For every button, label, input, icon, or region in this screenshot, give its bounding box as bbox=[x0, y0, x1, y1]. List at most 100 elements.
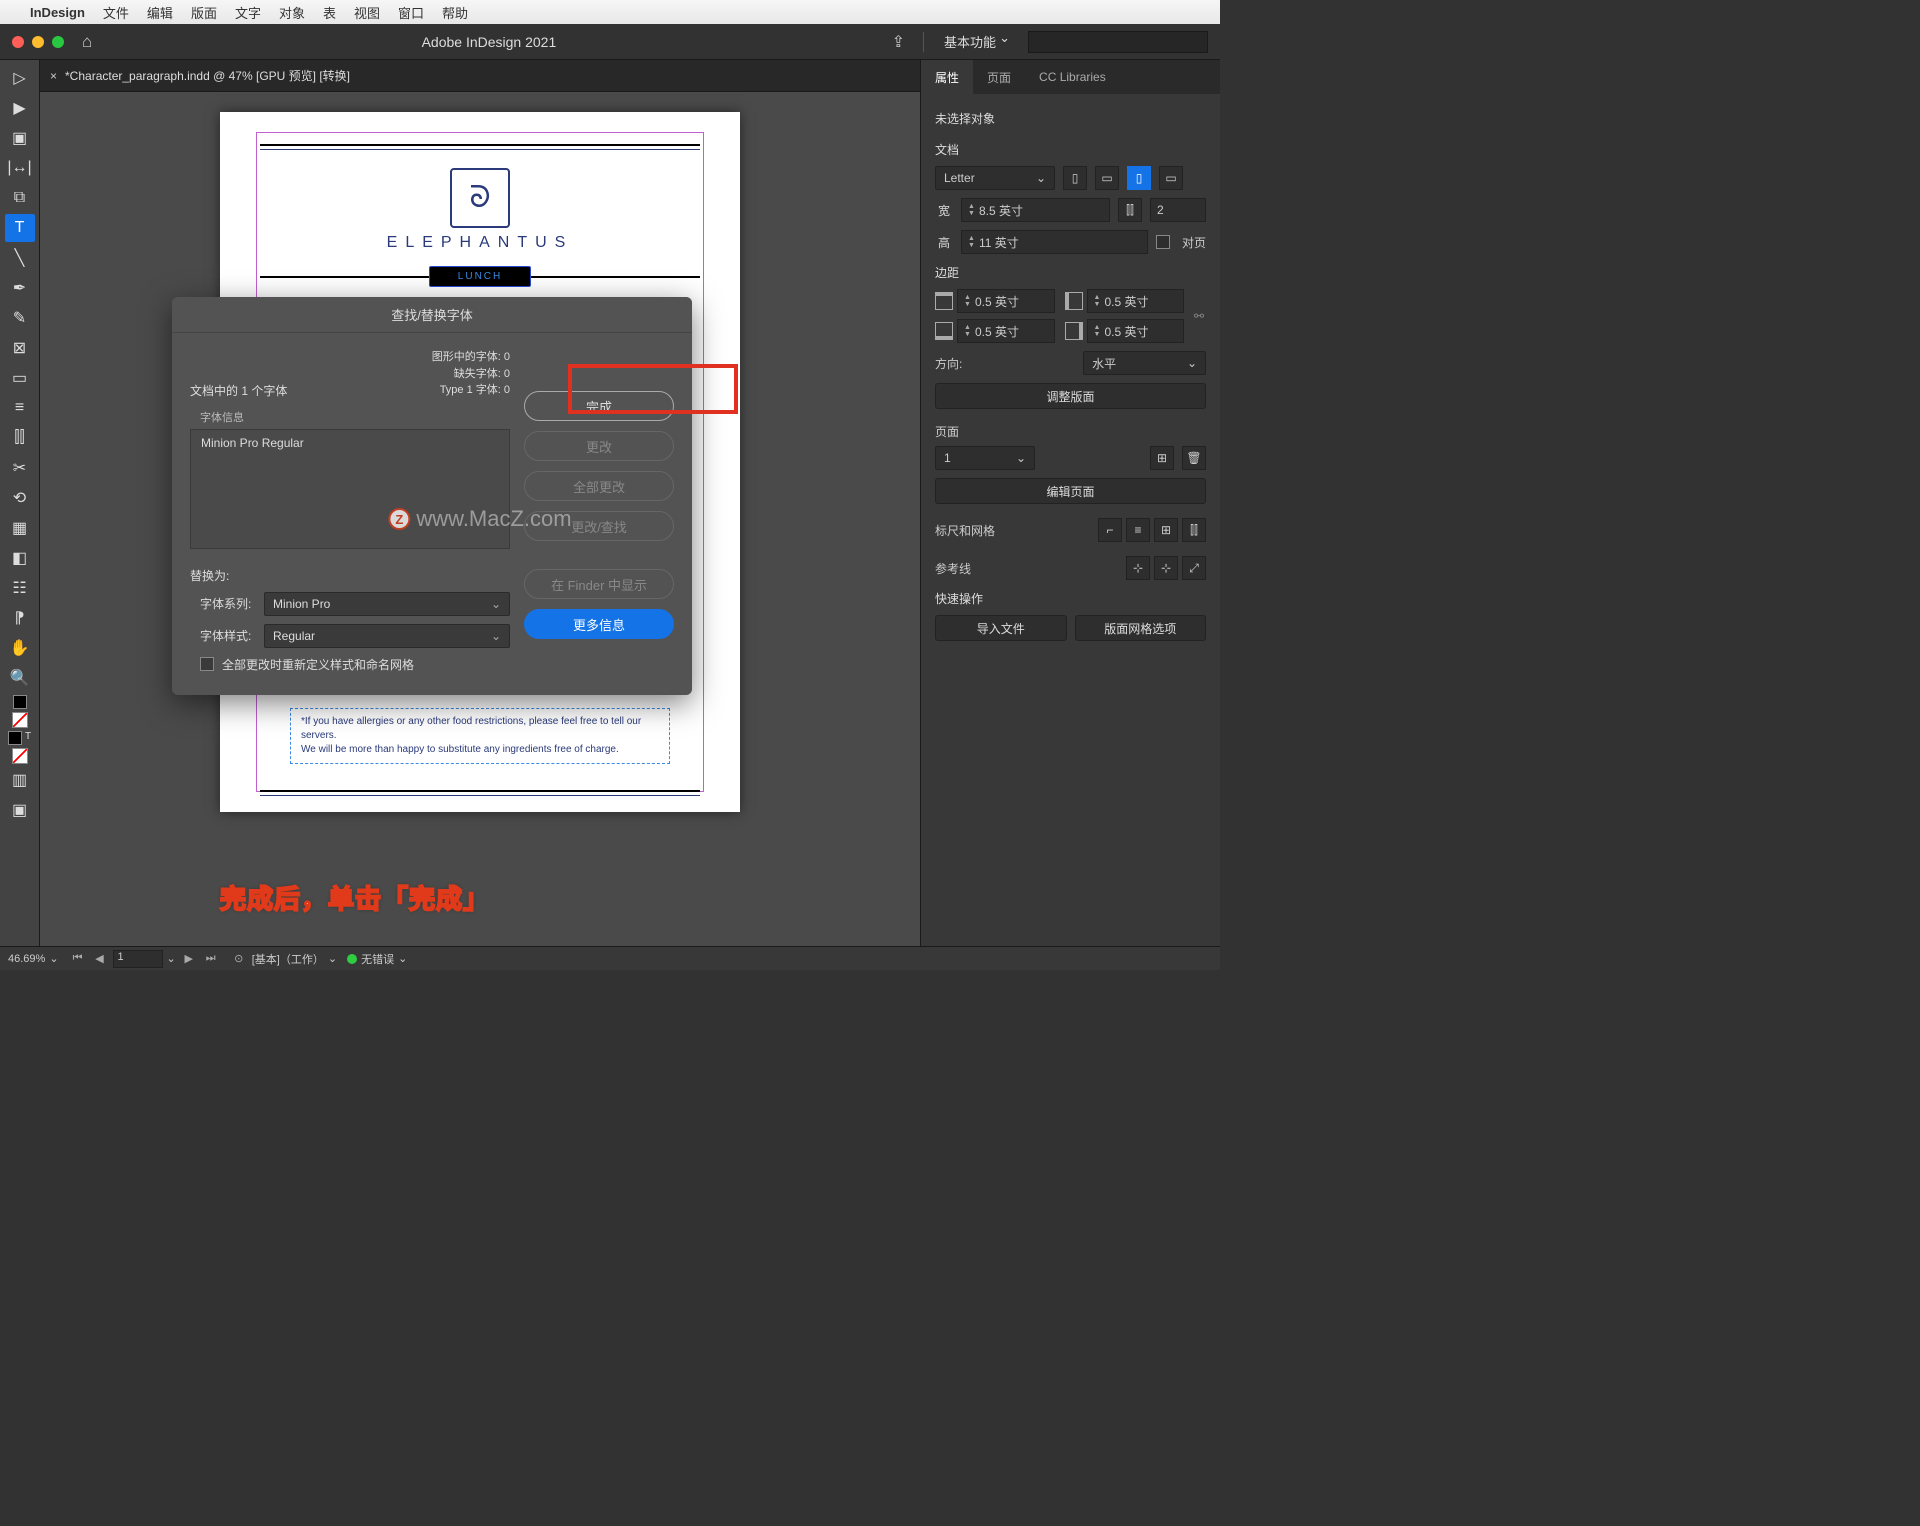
chevron-down-icon[interactable]: ⌄ bbox=[49, 952, 58, 965]
add-page-icon[interactable]: ⊞ bbox=[1150, 446, 1174, 470]
width-input[interactable]: ▲▼8.5 英寸 bbox=[961, 198, 1110, 222]
margin-left-input[interactable]: ▲▼0.5 英寸 bbox=[1087, 289, 1185, 313]
last-page-icon[interactable]: ⏭ bbox=[202, 950, 220, 968]
change-button[interactable]: 更改 bbox=[524, 431, 674, 461]
rectangle-tool-icon[interactable]: ▭ bbox=[5, 364, 35, 392]
content-collector-tool-icon[interactable]: ⧉ bbox=[5, 184, 35, 212]
adjust-layout-button[interactable]: 调整版面 bbox=[935, 383, 1206, 409]
vertical-grid-tool-icon[interactable]: ⫿⫿ bbox=[5, 424, 35, 452]
gradient-feather-tool-icon[interactable]: ◧ bbox=[5, 544, 35, 572]
redefine-styles-checkbox[interactable] bbox=[200, 657, 214, 671]
preflight-menu-icon[interactable]: ⊙ bbox=[230, 950, 248, 968]
menu-file[interactable]: 文件 bbox=[103, 3, 129, 22]
orientation-landscape-icon[interactable]: ▭ bbox=[1095, 166, 1119, 190]
first-page-icon[interactable]: ⏮ bbox=[69, 950, 87, 968]
change-find-button[interactable]: 更改/查找 bbox=[524, 511, 674, 541]
direct-selection-tool-icon[interactable]: ▶ bbox=[5, 94, 35, 122]
scissors-tool-icon[interactable]: ✂ bbox=[5, 454, 35, 482]
link-margins-icon[interactable]: ⚯ bbox=[1192, 309, 1206, 323]
page-number-select[interactable]: 1⌄ bbox=[935, 446, 1035, 470]
orientation-portrait-icon[interactable]: ▯ bbox=[1063, 166, 1087, 190]
chevron-down-icon[interactable]: ⌄ bbox=[167, 952, 176, 965]
menu-object[interactable]: 对象 bbox=[279, 3, 305, 22]
orientation-select[interactable]: 水平⌄ bbox=[1083, 351, 1206, 375]
baseline-grid-icon[interactable]: ≡ bbox=[1126, 518, 1150, 542]
pencil-tool-icon[interactable]: ✎ bbox=[5, 304, 35, 332]
snap-guides-icon[interactable]: ⤢ bbox=[1182, 556, 1206, 580]
chevron-down-icon[interactable]: ⌄ bbox=[328, 952, 337, 965]
search-input[interactable] bbox=[1028, 31, 1208, 53]
document-tab[interactable]: × *Character_paragraph.indd @ 47% [GPU 预… bbox=[50, 67, 350, 84]
free-transform-tool-icon[interactable]: ⟲ bbox=[5, 484, 35, 512]
close-tab-icon[interactable]: × bbox=[50, 69, 57, 83]
menu-edit[interactable]: 编辑 bbox=[147, 3, 173, 22]
menu-type[interactable]: 文字 bbox=[235, 3, 261, 22]
zoom-tool-icon[interactable]: 🔍 bbox=[5, 664, 35, 692]
tab-cc-libraries[interactable]: CC Libraries bbox=[1025, 60, 1120, 94]
font-list-item[interactable]: Minion Pro Regular bbox=[201, 436, 499, 450]
columns-input[interactable]: 2 bbox=[1150, 198, 1206, 222]
page-tool-icon[interactable]: ▣ bbox=[5, 124, 35, 152]
formatting-container-icon[interactable]: T bbox=[5, 730, 35, 746]
layout-grid-options-button[interactable]: 版面网格选项 bbox=[1075, 615, 1207, 641]
eyedropper-tool-icon[interactable]: ⁋ bbox=[5, 604, 35, 632]
smart-guides-icon[interactable]: ⊹ bbox=[1154, 556, 1178, 580]
next-page-icon[interactable]: ▶ bbox=[180, 950, 198, 968]
menu-view[interactable]: 视图 bbox=[354, 3, 380, 22]
note-tool-icon[interactable]: ☷ bbox=[5, 574, 35, 602]
font-list[interactable]: Minion Pro Regular bbox=[190, 429, 510, 549]
margin-bottom-input[interactable]: ▲▼0.5 英寸 bbox=[957, 319, 1055, 343]
tab-pages[interactable]: 页面 bbox=[973, 60, 1025, 94]
prev-page-icon[interactable]: ◀ bbox=[91, 950, 109, 968]
change-all-button[interactable]: 全部更改 bbox=[524, 471, 674, 501]
show-guides-icon[interactable]: ⊹ bbox=[1126, 556, 1150, 580]
fill-stroke-swatch[interactable] bbox=[5, 694, 35, 710]
font-style-select[interactable]: Regular⌄ bbox=[264, 624, 510, 648]
home-icon[interactable]: ⌂ bbox=[82, 32, 92, 52]
type-tool-icon[interactable]: T bbox=[5, 214, 35, 242]
line-tool-icon[interactable]: ╲ bbox=[5, 244, 35, 272]
delete-page-icon[interactable]: 🗑 bbox=[1182, 446, 1206, 470]
tab-properties[interactable]: 属性 bbox=[921, 60, 973, 94]
gradient-swatch-tool-icon[interactable]: ▦ bbox=[5, 514, 35, 542]
page-number-input[interactable]: 1 bbox=[113, 950, 163, 968]
margin-right-input[interactable]: ▲▼0.5 英寸 bbox=[1087, 319, 1185, 343]
view-mode-normal-icon[interactable]: ▥ bbox=[5, 766, 35, 794]
share-icon[interactable]: ⇪ bbox=[886, 32, 911, 52]
layout-grid-icon[interactable]: ⫿⫿ bbox=[1182, 518, 1206, 542]
menu-window[interactable]: 窗口 bbox=[398, 3, 424, 22]
menu-help[interactable]: 帮助 bbox=[442, 3, 468, 22]
apply-none-icon[interactable] bbox=[5, 712, 35, 728]
document-grid-icon[interactable]: ⊞ bbox=[1154, 518, 1178, 542]
more-info-button[interactable]: 更多信息 bbox=[524, 609, 674, 639]
menu-layout[interactable]: 版面 bbox=[191, 3, 217, 22]
app-menu[interactable]: InDesign bbox=[30, 5, 85, 20]
edit-pages-button[interactable]: 编辑页面 bbox=[935, 478, 1206, 504]
done-button[interactable]: 完成 bbox=[524, 391, 674, 421]
reveal-in-finder-button[interactable]: 在 Finder 中显示 bbox=[524, 569, 674, 599]
canvas[interactable]: ᘐ ELEPHANTUS LUNCH *If you have allergie… bbox=[40, 92, 920, 946]
hand-tool-icon[interactable]: ✋ bbox=[5, 634, 35, 662]
rectangle-frame-tool-icon[interactable]: ⊠ bbox=[5, 334, 35, 362]
margin-top-input[interactable]: ▲▼0.5 英寸 bbox=[957, 289, 1055, 313]
orientation-portrait-alt-icon[interactable]: ▯ bbox=[1127, 166, 1151, 190]
selection-tool-icon[interactable]: ▷ bbox=[5, 64, 35, 92]
minimize-window-icon[interactable] bbox=[32, 36, 44, 48]
workspace-dropdown[interactable]: 基本功能 bbox=[936, 28, 1016, 55]
import-file-button[interactable]: 导入文件 bbox=[935, 615, 1067, 641]
horizontal-grid-tool-icon[interactable]: ≡ bbox=[5, 394, 35, 422]
view-mode-preview-icon[interactable]: ▣ bbox=[5, 796, 35, 824]
menu-table[interactable]: 表 bbox=[323, 3, 336, 22]
zoom-window-icon[interactable] bbox=[52, 36, 64, 48]
ruler-icon[interactable]: ⌐ bbox=[1098, 518, 1122, 542]
pen-tool-icon[interactable]: ✒ bbox=[5, 274, 35, 302]
chevron-down-icon[interactable]: ⌄ bbox=[398, 952, 407, 965]
preflight-status-label[interactable]: 无错误 bbox=[361, 951, 394, 967]
preflight-profile[interactable]: [基本]（工作） bbox=[252, 951, 324, 967]
gap-tool-icon[interactable]: |↔| bbox=[5, 154, 35, 182]
zoom-level[interactable]: 46.69% bbox=[8, 953, 45, 965]
close-window-icon[interactable] bbox=[12, 36, 24, 48]
font-family-select[interactable]: Minion Pro⌄ bbox=[264, 592, 510, 616]
height-input[interactable]: ▲▼11 英寸 bbox=[961, 230, 1148, 254]
apply-color-icon[interactable] bbox=[5, 748, 35, 764]
